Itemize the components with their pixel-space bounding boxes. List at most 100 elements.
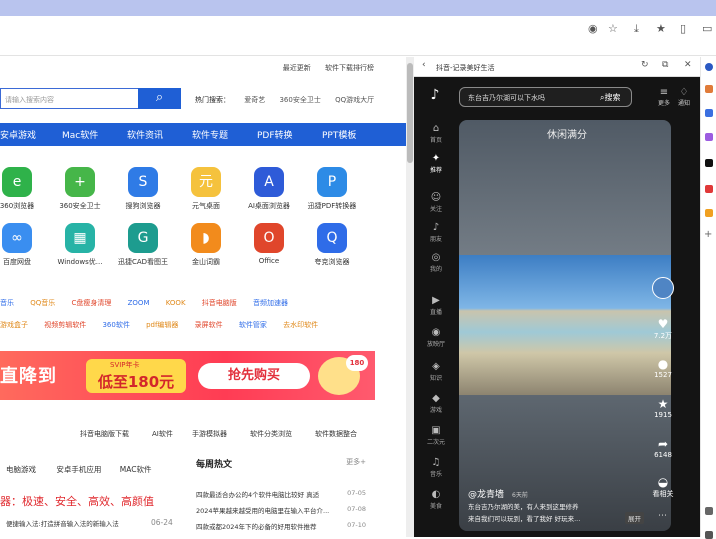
sub-link[interactable]: AI软件 bbox=[152, 429, 173, 439]
more-link[interactable]: 更多+ bbox=[346, 457, 366, 467]
more-button[interactable]: ≡ 更多 bbox=[657, 87, 671, 107]
hot-term[interactable]: 360安全卫士 bbox=[279, 96, 320, 104]
search-input[interactable]: 请输入搜索内容 bbox=[0, 88, 138, 109]
app-item[interactable]: e 360浏览器 bbox=[0, 167, 46, 211]
tab-pc-games[interactable]: 电脑游戏 bbox=[6, 465, 36, 474]
extension-icon[interactable] bbox=[705, 133, 713, 141]
quick-link[interactable]: QQ音乐 bbox=[30, 299, 55, 307]
author-avatar[interactable] bbox=[652, 277, 674, 299]
quick-link[interactable]: 音乐 bbox=[0, 299, 14, 307]
nav-item[interactable]: 软件资讯 bbox=[127, 128, 163, 141]
featured-headline[interactable]: 器：极速、安全、高效、高颜值 bbox=[0, 493, 154, 509]
side-nav-home[interactable]: ⌂ 首页 bbox=[422, 123, 450, 144]
expand-button[interactable]: 展开 bbox=[625, 512, 644, 524]
favorite-button[interactable]: ★ 1915 bbox=[650, 397, 676, 419]
more-options-icon[interactable]: ⋯ bbox=[658, 511, 667, 521]
quick-link[interactable]: 去水印软件 bbox=[283, 321, 318, 329]
side-search-button[interactable]: ⌕搜索 bbox=[600, 92, 620, 103]
open-tab-icon[interactable]: ⧉ bbox=[662, 60, 668, 70]
eye-off-icon[interactable]: ◉ bbox=[588, 22, 598, 35]
app-item[interactable]: S 搜狗浏览器 bbox=[114, 167, 172, 211]
left-list-item[interactable]: 便捷输入法:打造拼音输入法的新输入法 06-24 bbox=[6, 518, 176, 528]
extension-icon[interactable] bbox=[705, 85, 713, 93]
quick-link[interactable]: 音频加速器 bbox=[253, 299, 288, 307]
promo-banner[interactable]: 直降到 低至180元 SVIP年卡 抢先购买 180 bbox=[0, 351, 375, 400]
refresh-icon[interactable]: ↻ bbox=[641, 60, 649, 70]
side-nav-recommend[interactable]: ✦ 推荐 bbox=[422, 153, 450, 174]
tiktok-extension-icon[interactable] bbox=[705, 159, 713, 167]
nav-item[interactable]: Mac软件 bbox=[62, 128, 98, 141]
side-nav-follow[interactable]: ☺ 关注 bbox=[422, 192, 450, 213]
app-item[interactable]: ∞ 百度网盘 bbox=[0, 223, 46, 267]
back-icon[interactable]: ‹ bbox=[422, 60, 426, 70]
share-button[interactable]: ➦ 6148 bbox=[650, 437, 676, 459]
news-item[interactable]: 四款或都2024年下的必备的好用软件推荐 07-10 bbox=[196, 521, 366, 537]
nav-item[interactable]: PPT模板 bbox=[322, 128, 356, 141]
video-player[interactable]: 休闲满分 bbox=[459, 120, 671, 531]
sub-link[interactable]: 抖音电脑版下载 bbox=[80, 429, 129, 439]
search-button[interactable]: ⌕ bbox=[138, 88, 181, 109]
side-nav-friends[interactable]: ♪ 朋友 bbox=[422, 222, 450, 243]
side-nav-live[interactable]: ▶ 直播 bbox=[422, 295, 450, 316]
side-nav-music[interactable]: ♫ 音乐 bbox=[422, 457, 450, 478]
extension-icon[interactable] bbox=[705, 63, 713, 71]
app-item[interactable]: ◗ 金山词霸 bbox=[177, 223, 235, 267]
quick-link[interactable]: 抖音电脑版 bbox=[202, 299, 237, 307]
quick-link[interactable]: ZOOM bbox=[128, 299, 150, 307]
hot-term[interactable]: 爱奇艺 bbox=[244, 96, 265, 104]
app-item[interactable]: Q 夸克浏览器 bbox=[303, 223, 361, 267]
tab-mac-software[interactable]: MAC软件 bbox=[120, 465, 152, 474]
split-icon[interactable]: ▯ bbox=[680, 22, 686, 35]
quick-link[interactable]: 360软件 bbox=[102, 321, 129, 329]
video-author[interactable]: @龙青墙 6天前 bbox=[468, 487, 528, 500]
app-item[interactable]: O Office bbox=[240, 223, 298, 265]
buy-now-button[interactable]: 抢先购买 bbox=[198, 363, 310, 389]
like-button[interactable]: ♥ 7.2万 bbox=[650, 317, 676, 341]
extension-icon[interactable] bbox=[705, 185, 713, 193]
side-nav-anime[interactable]: ▣ 二次元 bbox=[422, 425, 450, 446]
sidebar-toggle-icon[interactable]: ▭ bbox=[702, 22, 712, 35]
comment-button[interactable]: ● 1527 bbox=[650, 357, 676, 379]
nav-item[interactable]: 安卓游戏 bbox=[0, 128, 36, 141]
sub-link[interactable]: 软件数据整合 bbox=[315, 429, 357, 439]
app-item[interactable]: +360安全卫士 bbox=[51, 167, 109, 211]
download-ranking-link[interactable]: 软件下载排行榜 bbox=[325, 64, 374, 72]
nav-item[interactable]: PDF转换 bbox=[257, 128, 293, 141]
quick-link[interactable]: pdf编辑器 bbox=[146, 321, 178, 329]
app-item[interactable]: P 迅捷PDF转换器 bbox=[303, 167, 361, 211]
news-item[interactable]: 2024苹果越来越受用的电脑里在输入平台介... 07-08 bbox=[196, 505, 366, 521]
star-icon[interactable]: ☆ bbox=[608, 22, 618, 35]
quick-link[interactable]: 录屏软件 bbox=[195, 321, 223, 329]
download-icon[interactable]: ⤓ bbox=[634, 22, 639, 36]
quick-link[interactable]: KOOK bbox=[166, 299, 186, 307]
side-search-input[interactable]: 东台吉乃尔湖可以下水吗 ⌕搜索 bbox=[459, 87, 632, 107]
side-nav-knowledge[interactable]: ◈ 知识 bbox=[422, 361, 450, 382]
close-icon[interactable]: ✕ bbox=[684, 60, 692, 70]
page-scrollbar[interactable] bbox=[406, 57, 414, 537]
notify-button[interactable]: ♢ 通知 bbox=[677, 87, 691, 107]
hot-term[interactable]: QQ游戏大厅 bbox=[335, 96, 374, 104]
app-item[interactable]: G 迅捷CAD看图王 bbox=[114, 223, 172, 267]
quick-link[interactable]: 游戏盒子 bbox=[0, 321, 28, 329]
quick-link[interactable]: 视频剪辑软件 bbox=[44, 321, 86, 329]
side-nav-cinema[interactable]: ◉ 放映厅 bbox=[422, 327, 450, 348]
extension-icon[interactable] bbox=[705, 209, 713, 217]
app-item[interactable]: ▦ Windows优... bbox=[51, 223, 109, 267]
app-item[interactable]: 元元气桌面 bbox=[177, 167, 235, 211]
sub-link[interactable]: 手游模拟器 bbox=[192, 429, 227, 439]
douyin-logo-icon[interactable]: ♪ bbox=[426, 87, 444, 105]
related-button[interactable]: ◒ 看相关 bbox=[650, 475, 676, 499]
side-nav-games[interactable]: ◆ 游戏 bbox=[422, 393, 450, 414]
side-nav-food[interactable]: ◐ 美食 bbox=[422, 489, 450, 510]
quick-link[interactable]: 软件管家 bbox=[239, 321, 267, 329]
add-extension-icon[interactable]: + bbox=[704, 229, 712, 240]
news-item[interactable]: 四款最适合办公的4个软件电脑比较好 真适 07-05 bbox=[196, 489, 366, 505]
side-nav-mine[interactable]: ◎ 我的 bbox=[422, 252, 450, 273]
recent-updates-link[interactable]: 最近更新 bbox=[283, 64, 311, 72]
extension-icon[interactable] bbox=[705, 507, 713, 515]
tab-android-apps[interactable]: 安卓手机应用 bbox=[56, 465, 101, 474]
sub-link[interactable]: 软件分类浏览 bbox=[250, 429, 292, 439]
extension-icon[interactable] bbox=[705, 531, 713, 539]
extension-icon[interactable] bbox=[705, 109, 713, 117]
scrollbar-thumb[interactable] bbox=[407, 63, 413, 163]
